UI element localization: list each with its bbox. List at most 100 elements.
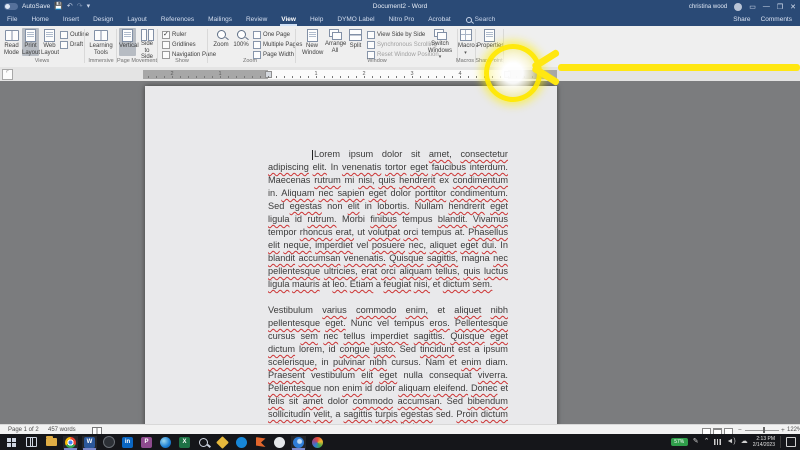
zoom-button[interactable]: Zoom — [212, 28, 230, 56]
pen-icon[interactable]: ✎ — [693, 437, 699, 447]
web-layout-button[interactable]: Web Layout — [41, 28, 59, 56]
zoom-in-button[interactable]: + — [781, 427, 785, 434]
tab-selector[interactable]: ⌜ — [2, 69, 13, 80]
web-layout-icon — [44, 29, 55, 42]
user-avatar[interactable] — [734, 2, 743, 11]
share-button[interactable]: Share — [733, 16, 750, 23]
show-group-label: Show — [175, 58, 189, 64]
side-to-side-icon — [140, 29, 154, 41]
title-bar-controls: christina wood ▭ — ❐ ✕ — [689, 1, 796, 12]
tab-design[interactable]: Design — [86, 13, 120, 26]
one-page-button[interactable]: One Page — [253, 31, 290, 39]
macros-button[interactable]: Macros ▾ — [458, 28, 478, 56]
zoom-slider-thumb[interactable] — [763, 427, 765, 433]
close-button[interactable]: ✕ — [790, 3, 796, 11]
gridlines-checkbox[interactable]: Gridlines — [162, 41, 196, 49]
tab-mailings[interactable]: Mailings — [201, 13, 239, 26]
taskbar-task-view-icon[interactable] — [26, 437, 37, 447]
paragraph[interactable]: Lorem ipsum dolor sit amet, consectetur … — [268, 148, 508, 291]
tab-layout[interactable]: Layout — [120, 13, 154, 26]
taskbar-word-icon[interactable]: W — [82, 435, 97, 450]
ruler-number: 3 — [410, 71, 414, 77]
taskbar-diamond-app-icon[interactable] — [215, 435, 230, 449]
tab-references[interactable]: References — [154, 13, 201, 26]
ribbon-tab-row: File Home Insert Design Layout Reference… — [0, 13, 800, 26]
ruler-number: 2 — [170, 71, 174, 77]
taskbar-flag-app-icon[interactable] — [253, 436, 268, 449]
document-page[interactable]: Lorem ipsum dolor sit amet, consectetur … — [145, 86, 557, 424]
word-count[interactable]: 457 words — [48, 427, 76, 433]
ruler-checkbox[interactable]: Ruler — [162, 30, 186, 39]
zoom-100-icon — [236, 30, 246, 39]
taskbar-chrome-icon[interactable] — [63, 435, 78, 450]
page-indicator[interactable]: Page 1 of 2 — [8, 427, 39, 433]
properties-icon — [483, 29, 495, 42]
onedrive-cloud-icon[interactable]: ☁ — [741, 437, 748, 447]
vertical-button[interactable]: Vertical — [119, 28, 139, 56]
zoom-percentage[interactable]: 122% — [787, 427, 800, 433]
zoom-100-button[interactable]: 100% — [232, 28, 250, 56]
restore-button[interactable]: ❐ — [777, 3, 783, 11]
taskbar-start-icon[interactable] — [7, 437, 16, 447]
hidden-icons-chevron-icon[interactable]: ⌃ — [704, 437, 710, 447]
document-area[interactable]: Lorem ipsum dolor sit amet, consectetur … — [0, 81, 800, 424]
tab-file[interactable]: File — [0, 13, 24, 26]
taskbar: Win P X 57% ✎ ⌃ ◄) ☁ 2:13 PM 2/14/2023 — [0, 434, 800, 450]
zoom-slider-track[interactable] — [745, 430, 779, 431]
battery-indicator[interactable]: 57% — [670, 438, 688, 446]
tab-home[interactable]: Home — [24, 13, 55, 26]
draft-button[interactable]: Draft — [60, 41, 83, 49]
tab-view[interactable]: View — [274, 13, 303, 26]
arrange-all-button[interactable]: Arrange All — [325, 28, 346, 56]
print-layout-button[interactable]: Print Layout — [22, 28, 40, 56]
taskbar-blue-app-icon[interactable] — [234, 436, 249, 449]
search-box[interactable]: Search — [465, 16, 495, 23]
taskbar-light-app-icon[interactable] — [272, 436, 287, 449]
tab-review[interactable]: Review — [239, 13, 274, 26]
taskbar-swirl-app-icon[interactable] — [291, 435, 306, 450]
taskbar-linkedin-icon[interactable]: in — [120, 436, 135, 449]
side-to-side-button[interactable]: Side to Side — [138, 28, 156, 60]
tab-nitro-pro[interactable]: Nitro Pro — [382, 13, 422, 26]
volume-icon[interactable]: ◄) — [726, 437, 735, 447]
minimize-button[interactable]: — — [763, 3, 770, 10]
taskbar-photos-icon[interactable] — [310, 436, 325, 449]
read-mode-button[interactable]: Read Mode — [3, 28, 20, 56]
taskbar-edge-icon[interactable] — [158, 436, 173, 449]
page-width-button[interactable]: Page Width — [253, 51, 294, 59]
paragraph[interactable]: Vestibulum varius commodo enim, et aliqu… — [268, 304, 508, 424]
search-icon — [465, 16, 472, 23]
document-text[interactable]: Lorem ipsum dolor sit amet, consectetur … — [268, 148, 508, 424]
taskbar-file-explorer-icon[interactable] — [46, 436, 57, 446]
taskbar-search-app-icon[interactable] — [196, 436, 211, 449]
action-center-icon[interactable] — [786, 437, 796, 447]
tab-help[interactable]: Help — [303, 13, 330, 26]
multiple-pages-icon — [253, 41, 261, 49]
user-name[interactable]: christina wood — [689, 4, 727, 10]
tab-acrobat[interactable]: Acrobat — [421, 13, 457, 26]
learning-tools-button[interactable]: Learning Tools — [89, 28, 113, 56]
zoom-out-button[interactable]: − — [738, 427, 742, 434]
ribbon-display-options-icon[interactable]: ▭ — [749, 3, 756, 11]
network-icon[interactable] — [714, 439, 722, 445]
arrange-all-icon — [328, 29, 342, 40]
tab-insert[interactable]: Insert — [56, 13, 86, 26]
view-side-by-side-button[interactable]: View Side by Side — [367, 31, 425, 39]
window-group-label: Window — [367, 58, 387, 64]
comments-button[interactable]: Comments — [761, 16, 792, 23]
ruler-number: 1 — [218, 71, 222, 77]
zoom-icon — [216, 30, 226, 39]
switch-windows-icon — [433, 29, 447, 40]
switch-windows-button[interactable]: Switch Windows ▾ — [426, 28, 454, 60]
switch-windows-dropdown-icon: ▾ — [438, 54, 442, 60]
split-button[interactable]: Split — [348, 28, 363, 56]
ruler-number: 1 — [314, 71, 318, 77]
vertical-icon — [122, 29, 133, 42]
tab-dymo-label[interactable]: DYMO Label — [330, 13, 381, 26]
taskbar-excel-icon[interactable]: X — [177, 436, 192, 449]
learning-tools-icon — [94, 30, 108, 41]
new-window-button[interactable]: New Window — [302, 28, 323, 56]
taskbar-dark-app-icon[interactable] — [101, 436, 116, 449]
taskbar-powerpoint-icon[interactable]: P — [139, 436, 154, 449]
taskbar-clock[interactable]: 2:13 PM 2/14/2023 — [753, 436, 775, 448]
